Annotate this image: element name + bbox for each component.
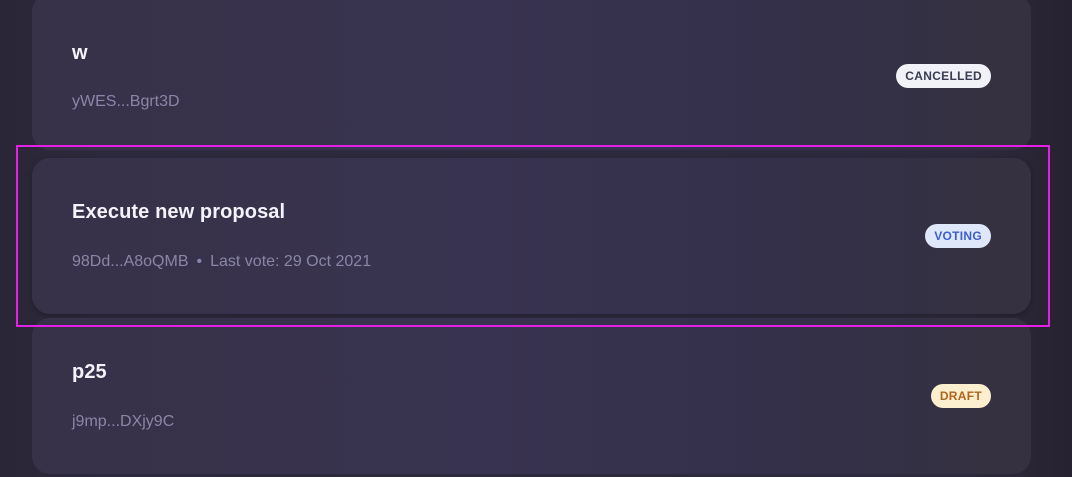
status-badge: VOTING [925,224,991,248]
proposal-meta: yWES...Bgrt3D [72,93,180,111]
proposal-card[interactable]: w yWES...Bgrt3D CANCELLED [32,0,1031,150]
proposal-address: yWES...Bgrt3D [72,93,180,110]
proposal-meta: j9mp...DXjy9C [72,413,174,431]
proposal-card[interactable]: Execute new proposal 98Dd...A8oQMB • Last … [32,158,1031,314]
status-badge: CANCELLED [896,64,991,88]
proposal-address: j9mp...DXjy9C [72,413,175,430]
proposal-title: p25 [72,361,107,383]
proposal-title: w [72,42,88,64]
last-vote-label: Last vote: 29 Oct 2021 [210,253,372,270]
proposal-card[interactable]: p25 j9mp...DXjy9C DRAFT [32,318,1031,474]
proposal-address: 98Dd...A8oQMB [72,253,189,270]
proposal-list: w yWES...Bgrt3D CANCELLED Execute new pr… [0,0,1072,477]
proposal-meta: 98Dd...A8oQMB • Last vote: 29 Oct 2021 [72,253,371,271]
status-badge: DRAFT [930,384,991,408]
meta-separator: • [196,253,203,270]
proposal-title: Execute new proposal [72,201,286,223]
